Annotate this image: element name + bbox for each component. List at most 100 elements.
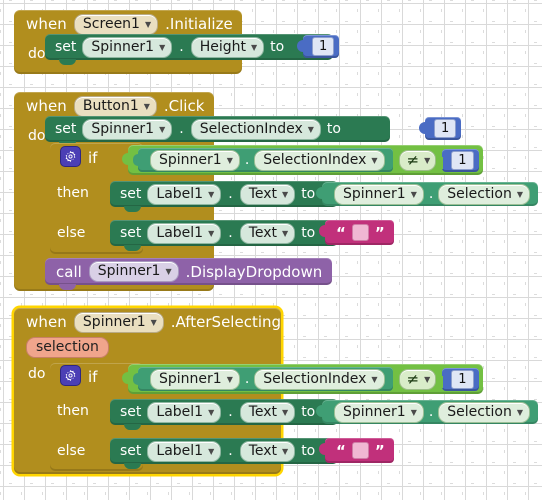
property-dropdown-selection[interactable]: Selection ▼ [438,401,530,423]
chevron-down-icon: ▼ [144,19,152,29]
number-value[interactable]: 1 [451,150,474,170]
property-name: SelectionIndex [263,370,367,387]
operator-dropdown-not-equal[interactable]: ≠ ▼ [398,368,437,390]
component-dropdown-spinner1[interactable]: Spinner1 ▼ [82,118,173,140]
chevron-down-icon: ▼ [226,374,233,384]
number-block-1[interactable]: 1 [419,117,462,140]
keyword-set: set [120,443,142,459]
component-dropdown-spinner1[interactable]: Spinner1 ▼ [73,311,164,333]
property-dropdown-text[interactable]: Text ▼ [239,440,296,462]
chevron-down-icon: ▼ [424,155,431,165]
property-dropdown-text[interactable]: Text ▼ [239,222,296,244]
setter-block-spinner1-selectionindex[interactable]: set Spinner1 ▼ . SelectionIndex ▼ to [45,116,390,147]
getter-block-spinner1-selection[interactable]: Spinner1 ▼ . Selection ▼ [316,400,538,424]
component-dropdown-button1[interactable]: Button1 ▼ [73,95,157,117]
component-name: Label1 [156,185,204,202]
comparison-block-not-equal[interactable]: Spinner1 ▼ . SelectionIndex ▼ ≠ ▼ 1 [122,145,483,175]
component-name: Label1 [156,442,204,459]
component-dropdown-label1[interactable]: Label1 ▼ [147,440,222,462]
number-value[interactable]: 1 [451,369,474,389]
value-plug [316,187,323,199]
component-name: Label1 [156,403,204,420]
property-dropdown-text[interactable]: Text ▼ [239,183,296,205]
property-dropdown-height[interactable]: Height ▼ [190,36,265,58]
component-name: Button1 [82,97,139,114]
value-plug [122,372,129,384]
do-label: do [28,366,46,382]
component-name: Spinner1 [159,151,222,168]
else-label: else [57,443,86,459]
property-dropdown-selectionindex[interactable]: SelectionIndex ▼ [190,118,321,140]
text-value-field[interactable] [351,442,369,459]
component-name: Screen1 [82,15,140,32]
if-label: if [88,368,98,386]
component-dropdown-screen1[interactable]: Screen1 ▼ [73,13,159,35]
operator-dropdown-not-equal[interactable]: ≠ ▼ [398,149,437,171]
component-dropdown-spinner1[interactable]: Spinner1 ▼ [150,368,240,390]
component-name: Label1 [156,224,204,241]
component-dropdown-spinner1[interactable]: Spinner1 ▼ [82,36,173,58]
dot-separator: . [179,121,184,137]
chevron-down-icon: ▼ [410,407,417,417]
component-dropdown-spinner1[interactable]: Spinner1 ▼ [334,401,424,423]
setter-block-label1-text[interactable]: set Label1 ▼ . Text ▼ to [110,399,339,430]
setter-block-label1-text[interactable]: set Label1 ▼ . Text ▼ to [110,220,339,251]
value-plug [319,443,326,455]
keyword-to: to [301,443,316,459]
call-block-spinner1-displaydropdown[interactable]: call Spinner1 ▼ .DisplayDropdown [45,258,333,290]
then-label: then [57,185,89,201]
getter-block-spinner1-selectionindex[interactable]: Spinner1 ▼ . SelectionIndex ▼ [133,148,393,172]
event-header: when Spinner1 ▼ .AfterSelecting [14,308,281,336]
component-dropdown-label1[interactable]: Label1 ▼ [147,401,222,423]
value-plug [436,156,444,169]
keyword-to: to [270,39,285,55]
number-value[interactable]: 1 [434,119,457,138]
keyword-set: set [120,404,142,420]
property-name: Text [248,403,278,420]
component-dropdown-spinner1[interactable]: Spinner1 ▼ [334,183,424,205]
component-name: Spinner1 [159,370,222,387]
component-name: Spinner1 [91,38,155,55]
comparison-block-not-equal[interactable]: Spinner1 ▼ . SelectionIndex ▼ ≠ ▼ 1 [122,364,483,394]
text-string-block-empty[interactable]: “ ” [319,438,394,463]
setter-block-spinner1-height[interactable]: set Spinner1 ▼ . Height ▼ to [45,34,334,65]
event-parameter-selection[interactable]: selection [26,337,109,358]
then-label: then [57,403,89,419]
chevron-down-icon: ▼ [159,124,166,134]
component-dropdown-spinner1[interactable]: Spinner1 ▼ [88,261,179,282]
text-string-block-empty[interactable]: “ ” [319,220,394,245]
property-dropdown-selection[interactable]: Selection ▼ [438,183,530,205]
value-plug [419,122,426,134]
number-block-1[interactable]: 1 [297,35,340,58]
component-dropdown-spinner1[interactable]: Spinner1 ▼ [150,149,240,171]
number-block-1[interactable]: 1 [436,367,479,391]
component-name: Spinner1 [97,263,161,279]
keyword-set: set [55,121,77,137]
blocks-canvas[interactable]: when Screen1 ▼ .Initialize do set Spinne… [0,0,542,500]
getter-block-spinner1-selectionindex[interactable]: Spinner1 ▼ . SelectionIndex ▼ [133,367,393,391]
component-dropdown-label1[interactable]: Label1 ▼ [147,222,222,244]
property-dropdown-selectionindex[interactable]: SelectionIndex ▼ [254,368,385,390]
component-name: Spinner1 [343,185,406,202]
keyword-to: to [301,404,316,420]
chevron-down-icon: ▼ [282,189,289,199]
chevron-down-icon: ▼ [208,189,215,199]
setter-block-label1-text[interactable]: set Label1 ▼ . Text ▼ to [110,181,339,212]
value-plug [297,40,304,52]
keyword-set: set [120,186,142,202]
number-block-1[interactable]: 1 [436,148,479,172]
setter-block-label1-text[interactable]: set Label1 ▼ . Text ▼ to [110,438,339,469]
gear-icon[interactable] [60,365,81,386]
property-dropdown-selectionindex[interactable]: SelectionIndex ▼ [254,149,385,171]
component-name: Spinner1 [82,313,146,330]
component-dropdown-label1[interactable]: Label1 ▼ [147,183,222,205]
open-quote: “ [336,441,346,460]
text-value-field[interactable] [351,224,369,241]
number-value[interactable]: 1 [312,37,335,56]
getter-block-spinner1-selection[interactable]: Spinner1 ▼ . Selection ▼ [316,182,538,206]
keyword-when: when [26,97,67,115]
property-dropdown-text[interactable]: Text ▼ [239,401,296,423]
value-plug [122,153,129,165]
gear-icon[interactable] [60,146,81,167]
property-name: SelectionIndex [199,120,303,137]
